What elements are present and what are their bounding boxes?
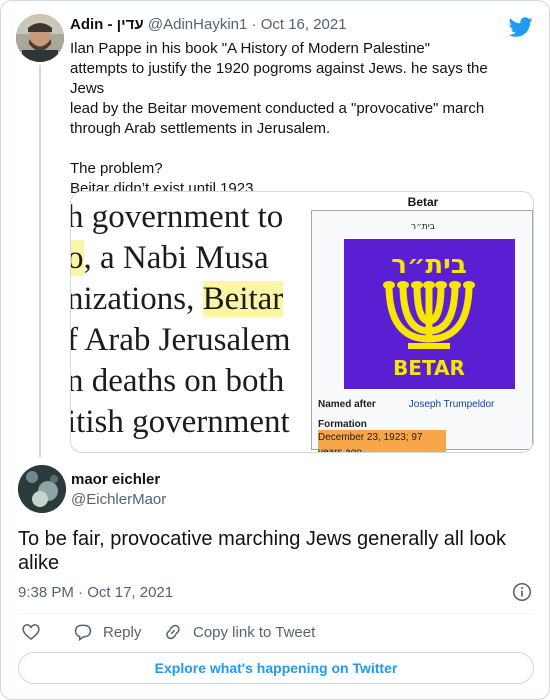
meta-separator: ·	[78, 584, 84, 601]
author-name[interactable]: maor eichler	[71, 471, 160, 488]
scan-line: f Arab Jerusalem	[70, 322, 291, 358]
book-scan-image: h government to o, a Nabi Musa nizations…	[71, 192, 311, 452]
scan-line: h government to	[70, 199, 284, 235]
info-icon[interactable]	[511, 581, 533, 603]
tweet-media[interactable]: h government to o, a Nabi Musa nizations…	[70, 191, 534, 453]
parent-tweet-text: Ilan Pappe in his book "A History of Mod…	[70, 40, 488, 197]
logo-latin-text: BETAR	[393, 356, 465, 380]
parent-tweet-header: Adin - עדין @AdinHaykin1 · Oct 16, 2021	[70, 16, 347, 33]
divider	[18, 613, 534, 614]
thread-line	[39, 65, 41, 457]
scan-highlight: Beitar	[202, 281, 284, 317]
betar-logo: בית״ר BETAR	[344, 239, 515, 389]
tweet-time: 9:38 PM	[18, 584, 74, 601]
reply-label: Reply	[103, 623, 142, 641]
reply-icon	[74, 624, 92, 641]
tweet-text: To be fair, provocative marching Jews ge…	[18, 528, 507, 574]
scan-line: o, a Nabi Musa	[71, 238, 311, 279]
copy-link-button[interactable]: Copy link to Tweet	[163, 622, 315, 642]
reply-button[interactable]: Reply	[73, 622, 141, 642]
tweet-date: Oct 17, 2021	[87, 584, 174, 601]
tweet-timestamp[interactable]: 9:38 PM · Oct 17, 2021	[18, 584, 173, 601]
tweet-date[interactable]: Oct 16, 2021	[261, 16, 347, 33]
infobox-row-formation: Formation December 23, 1923; 97 years ag…	[318, 419, 532, 452]
author-handle[interactable]: @AdinHaykin1	[148, 16, 247, 33]
infobox-value-highlighted: December 23, 1923; 97 years ago	[318, 430, 446, 452]
copy-link-label: Copy link to Tweet	[193, 623, 316, 641]
like-button[interactable]	[21, 622, 51, 642]
infobox-row-named-after: Named after Joseph Trumpeldor	[318, 399, 494, 410]
twitter-bird-icon[interactable]	[509, 15, 533, 39]
explore-twitter-button[interactable]: Explore what's happening on Twitter	[18, 652, 534, 684]
tweet-embed-card: Adin - עדין @AdinHaykin1 · Oct 16, 2021 …	[0, 0, 550, 700]
infobox-key: Formation	[318, 419, 367, 430]
heart-icon	[22, 624, 40, 641]
scan-line: itish government	[70, 404, 290, 440]
infobox-subtitle: בית״ר	[410, 222, 435, 232]
link-icon	[166, 624, 180, 640]
author-name[interactable]: Adin - עדין	[70, 16, 144, 33]
avatar[interactable]	[18, 465, 66, 513]
scan-line: n deaths on both	[70, 363, 285, 399]
wikipedia-infobox: Betar בית״ר בית״ר BETAR Named after Jose…	[311, 195, 533, 452]
scan-line: nizations, Beitar	[70, 281, 284, 317]
infobox-title: Betar	[407, 195, 439, 209]
infobox-link[interactable]: Joseph Trumpeldor	[409, 399, 495, 410]
scan-highlight: o	[71, 240, 84, 276]
meta-separator: ·	[251, 16, 257, 33]
infobox-key: Named after	[318, 399, 376, 410]
author-handle[interactable]: @EichlerMaor	[71, 491, 166, 508]
avatar[interactable]	[16, 14, 64, 62]
logo-hebrew-text: בית״ר	[391, 250, 466, 280]
